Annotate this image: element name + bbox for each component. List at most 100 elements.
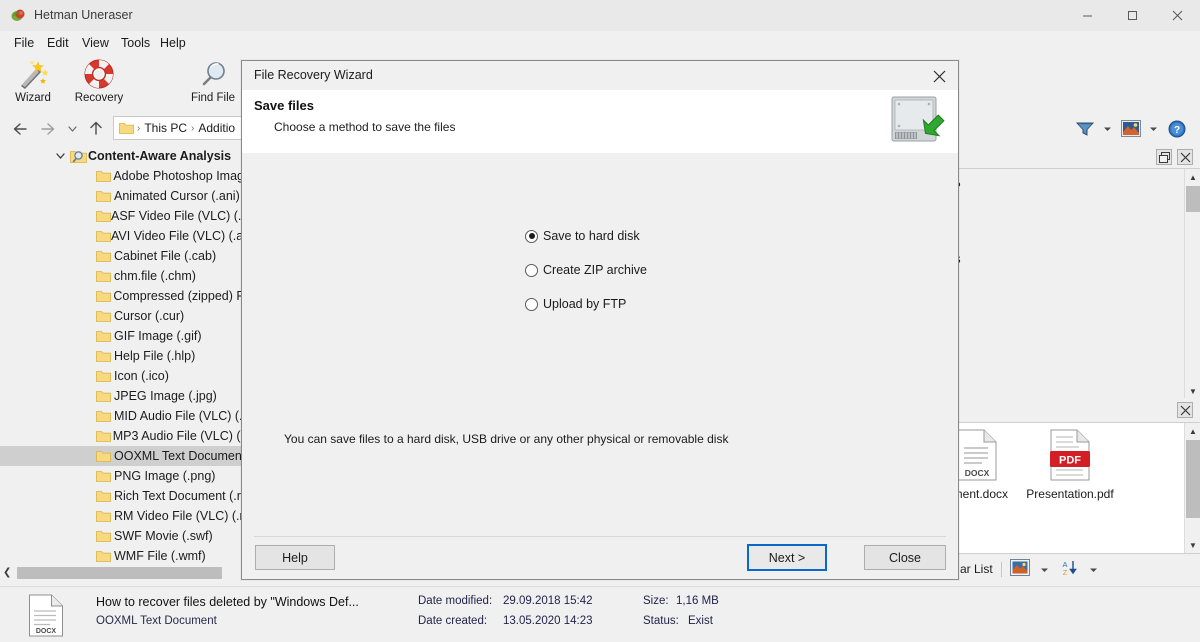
filter-dropdown-icon[interactable] <box>1101 118 1113 139</box>
thumbs-vertical-scrollbar[interactable]: ▲ ▼ <box>1184 423 1200 553</box>
status-bar: DOCX How to recover files deleted by "Wi… <box>0 586 1200 642</box>
up-icon[interactable] <box>84 117 108 140</box>
menu-edit[interactable]: Edit <box>41 35 75 52</box>
tree-item[interactable]: Compressed (zipped) F <box>0 286 244 306</box>
menu-file[interactable]: File <box>8 35 40 52</box>
tree-item[interactable]: WMF File (.wmf) <box>0 546 244 566</box>
option-save-to-hard-disk[interactable]: Save to hard disk <box>525 229 640 243</box>
help-button[interactable]: Help <box>255 545 335 570</box>
scroll-down-icon[interactable]: ▼ <box>1185 383 1200 399</box>
folder-icon <box>96 530 114 543</box>
maximize-button[interactable] <box>1110 0 1155 31</box>
sort-dropdown-icon[interactable] <box>1089 562 1098 576</box>
tree-item[interactable]: ASF Video File (VLC) (.a <box>0 206 244 226</box>
radio-save-to-hard-disk[interactable] <box>525 229 538 243</box>
svg-text:Z: Z <box>1062 568 1067 577</box>
help-icon[interactable]: ? <box>1166 118 1188 139</box>
tree-item[interactable]: PNG Image (.png) <box>0 466 244 486</box>
tree-item[interactable]: Cabinet File (.cab) <box>0 246 244 266</box>
tree-item[interactable]: chm.file (.chm) <box>0 266 244 286</box>
dialog-body: Save to hard disk Create ZIP archive Upl… <box>242 153 958 557</box>
folder-icon <box>96 550 114 563</box>
close-button[interactable] <box>1155 0 1200 31</box>
option-upload-by-ftp[interactable]: Upload by FTP <box>525 297 626 311</box>
preview-text: es deleted by “Windows Defender”? ering … <box>957 177 1174 399</box>
folder-icon <box>96 450 114 463</box>
history-dropdown-icon[interactable] <box>60 117 84 140</box>
close-icon[interactable] <box>1177 402 1193 418</box>
radio-upload-by-ftp[interactable] <box>525 297 538 311</box>
minimize-button[interactable] <box>1065 0 1110 31</box>
folder-icon <box>96 490 114 503</box>
folder-icon <box>96 430 113 443</box>
toolbar-recovery-button[interactable]: Recovery <box>66 57 132 109</box>
tree-item[interactable]: JPEG Image (.jpg) <box>0 386 244 406</box>
folder-icon <box>96 350 114 363</box>
radio-create-zip-archive[interactable] <box>525 263 538 277</box>
breadcrumb-additional[interactable]: Additio <box>195 121 238 135</box>
scrollbar-thumb[interactable] <box>17 567 222 579</box>
tree-item[interactable]: MP3 Audio File (VLC) (. <box>0 426 244 446</box>
sort-az-icon[interactable]: A Z <box>1061 559 1079 580</box>
preview-text-box[interactable]: es deleted by “Windows Defender”? ering … <box>956 168 1200 400</box>
filter-icon[interactable] <box>1074 118 1096 139</box>
wand-icon <box>0 58 66 90</box>
scroll-up-icon[interactable]: ▲ <box>1185 169 1200 185</box>
tree-item[interactable]: AVI Video File (VLC) (.av <box>0 226 244 246</box>
tree-item[interactable]: RM Video File (VLC) (.r <box>0 506 244 526</box>
breadcrumb-this-pc[interactable]: This PC <box>141 121 190 135</box>
option-create-zip-archive[interactable]: Create ZIP archive <box>525 263 647 277</box>
toolbar-findfile-button[interactable]: Find File <box>178 57 248 109</box>
svg-text:PDF: PDF <box>1059 455 1081 467</box>
thumbnail-view-icon[interactable] <box>1009 559 1030 579</box>
folder-icon <box>96 470 114 483</box>
tree-item-label: PNG Image (.png) <box>114 469 216 483</box>
back-icon[interactable] <box>8 117 32 140</box>
preview-vertical-scrollbar[interactable]: ▲ ▼ <box>1184 169 1200 399</box>
preview-panel-header <box>956 146 1200 168</box>
tree-item[interactable]: Rich Text Document (.r <box>0 486 244 506</box>
tree-item[interactable]: SWF Movie (.swf) <box>0 526 244 546</box>
forward-icon[interactable] <box>36 117 60 140</box>
preview-dropdown-icon[interactable] <box>1147 118 1159 139</box>
folder-icon <box>96 310 114 323</box>
tree-item[interactable]: Icon (.ico) <box>0 366 244 386</box>
preview-icon[interactable] <box>1120 118 1142 139</box>
tree-item-label: GIF Image (.gif) <box>114 329 202 343</box>
next-button[interactable]: Next > <box>747 544 827 571</box>
tree-item-label: Cabinet File (.cab) <box>114 249 217 263</box>
tree-item[interactable]: GIF Image (.gif) <box>0 326 244 346</box>
tree-item[interactable]: Help File (.hlp) <box>0 346 244 366</box>
menu-view[interactable]: View <box>76 35 115 52</box>
folder-icon <box>96 330 114 343</box>
thumbs-box[interactable]: DOCX ument.docx <box>956 422 1200 554</box>
tree-root-content-aware-analysis[interactable]: Content-Aware Analysis <box>0 146 244 166</box>
close-dialog-button[interactable]: Close <box>864 545 946 570</box>
menu-tools[interactable]: Tools <box>115 35 156 52</box>
tree-item[interactable]: Adobe Photoshop Imag <box>0 166 244 186</box>
close-icon[interactable] <box>924 64 954 88</box>
tree-item[interactable]: Cursor (.cur) <box>0 306 244 326</box>
close-icon[interactable] <box>1177 149 1193 165</box>
tree-item-label: JPEG Image (.jpg) <box>114 389 217 403</box>
scrollbar-thumb[interactable] <box>1186 440 1200 518</box>
thumbs-toolbar: ar List A Z <box>956 556 1200 582</box>
scroll-left-icon[interactable]: ❮ <box>3 567 11 579</box>
thumbnail-item-pdf[interactable]: PDF Presentation.pdf <box>1005 429 1135 501</box>
scrollbar-thumb[interactable] <box>1186 186 1200 212</box>
tree-item-label: ASF Video File (VLC) (.a <box>111 209 244 223</box>
tree-item[interactable]: MID Audio File (VLC) (. <box>0 406 244 426</box>
folder-tree[interactable]: Content-Aware Analysis Adobe Photoshop I… <box>0 146 244 566</box>
scroll-down-icon[interactable]: ▼ <box>1185 537 1200 553</box>
toolbar-wizard-button[interactable]: Wizard <box>0 57 66 109</box>
tree-item[interactable]: Animated Cursor (.ani) <box>0 186 244 206</box>
chevron-down-icon[interactable] <box>52 146 68 166</box>
scroll-up-icon[interactable]: ▲ <box>1185 423 1200 439</box>
menu-help[interactable]: Help <box>154 35 192 52</box>
tree-item[interactable]: OOXML Text Documen <box>0 446 244 466</box>
restore-icon[interactable] <box>1156 149 1172 165</box>
thumbs-panel-header <box>956 398 1200 422</box>
view-mode-dropdown-icon[interactable] <box>1040 562 1049 576</box>
window-title: Hetman Uneraser <box>34 8 133 22</box>
tree-horizontal-scrollbar[interactable]: ❮ <box>0 566 244 580</box>
